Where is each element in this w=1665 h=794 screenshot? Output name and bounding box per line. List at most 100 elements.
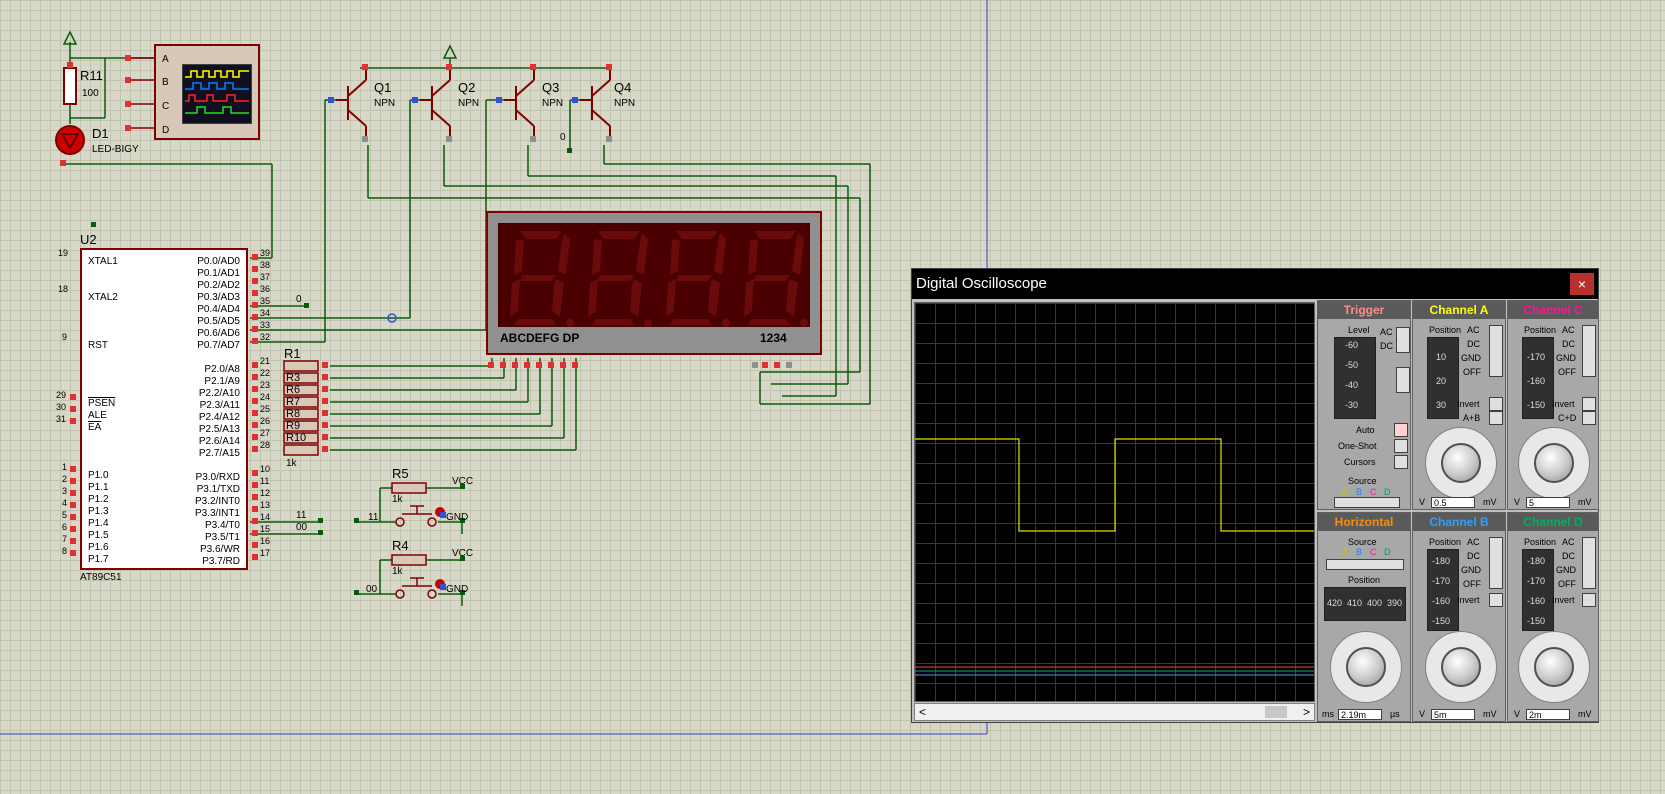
tick: -160 bbox=[1527, 596, 1546, 606]
trigger-coupling-switch[interactable] bbox=[1396, 327, 1410, 353]
respack-r8: R8 bbox=[286, 408, 301, 420]
trigger-level-control[interactable]: -60 -50 -40 -30 bbox=[1334, 337, 1376, 419]
mcu-pin-p30: P3.0/RXD bbox=[195, 472, 240, 483]
vcc-label: VCC bbox=[452, 548, 474, 559]
vcc-label: VCC bbox=[452, 476, 474, 487]
tick: -150 bbox=[1527, 400, 1546, 410]
channel-b-title: Channel B bbox=[1413, 513, 1505, 531]
pin-num: 6 bbox=[62, 522, 68, 532]
tick: 420 bbox=[1327, 598, 1343, 608]
pin-num: 8 bbox=[62, 546, 68, 556]
chb-position-control[interactable]: -180 -170 -160 -150 bbox=[1427, 549, 1459, 631]
hz-value[interactable]: 2.19m bbox=[1338, 709, 1382, 720]
net-label-p35: 00 bbox=[296, 522, 308, 533]
trigger-edge-switch[interactable] bbox=[1396, 367, 1410, 393]
tick: -170 bbox=[1527, 576, 1546, 586]
d1-name: D1 bbox=[92, 126, 109, 141]
trigger-cursors-label: Cursors bbox=[1344, 457, 1376, 467]
chc-volts-dial[interactable] bbox=[1518, 427, 1590, 499]
chc-coupling-switch[interactable] bbox=[1582, 325, 1596, 377]
tick: -170 bbox=[1432, 576, 1451, 586]
trigger-source-slider[interactable] bbox=[1334, 497, 1400, 508]
trigger-oneshot-button[interactable] bbox=[1394, 439, 1408, 453]
q3-type: NPN bbox=[542, 98, 564, 109]
logic-analyzer[interactable]: A B C D bbox=[154, 44, 260, 140]
button2-net: 00 bbox=[366, 584, 378, 595]
close-button[interactable]: × bbox=[1570, 273, 1594, 295]
chc-invert-button[interactable] bbox=[1582, 397, 1596, 411]
chc-knob[interactable] bbox=[1534, 443, 1574, 483]
cha-invert-button[interactable] bbox=[1489, 397, 1503, 411]
chc-value[interactable]: 5 bbox=[1526, 497, 1570, 508]
tick: -30 bbox=[1345, 400, 1359, 410]
cha-combine-button[interactable] bbox=[1489, 411, 1503, 425]
cha-value[interactable]: 0.5 bbox=[1431, 497, 1475, 508]
push-button-1[interactable] bbox=[392, 500, 442, 528]
scope-screen[interactable] bbox=[914, 302, 1315, 702]
chc-position-control[interactable]: -170 -160 -150 bbox=[1522, 337, 1554, 419]
r5-name: R5 bbox=[392, 466, 409, 481]
chd-knob[interactable] bbox=[1534, 647, 1574, 687]
pin-num: 39 bbox=[260, 248, 271, 258]
chd-coupling-switch[interactable] bbox=[1582, 537, 1596, 589]
chd-gnd: GND bbox=[1556, 565, 1576, 575]
q4-base-net: 0 bbox=[560, 132, 566, 143]
channel-a-panel: Channel A Position 10 20 30 AC DC GND OF… bbox=[1412, 300, 1506, 510]
chc-combine-button[interactable] bbox=[1582, 411, 1596, 425]
mcu-pin-p16: P1.6 bbox=[88, 542, 109, 553]
chd-unit-mv: mV bbox=[1578, 709, 1592, 719]
trigger-auto-label: Auto bbox=[1356, 425, 1375, 435]
scope-scrollbar[interactable]: < > bbox=[914, 703, 1315, 721]
scroll-left-button[interactable]: < bbox=[919, 705, 926, 719]
pin-num: 37 bbox=[260, 272, 271, 282]
hz-time-dial[interactable] bbox=[1330, 631, 1402, 703]
cha-gnd: GND bbox=[1461, 353, 1481, 363]
chc-position-label: Position bbox=[1524, 325, 1557, 335]
chd-value[interactable]: 2m bbox=[1526, 709, 1570, 720]
q1-type: NPN bbox=[374, 98, 396, 109]
scroll-right-button[interactable]: > bbox=[1303, 705, 1310, 719]
chc-invert-label: Invert bbox=[1552, 399, 1575, 409]
mcu-pin-p24: P2.4/A12 bbox=[198, 412, 240, 423]
hz-position-control[interactable]: 420 410 400 390 bbox=[1324, 587, 1406, 621]
pin-num: 5 bbox=[62, 510, 68, 520]
chd-invert-label: Invert bbox=[1552, 595, 1575, 605]
pin-num: 10 bbox=[260, 464, 271, 474]
scroll-thumb[interactable] bbox=[1265, 706, 1287, 718]
push-button-2[interactable] bbox=[392, 572, 442, 600]
respack-r3: R3 bbox=[286, 372, 301, 384]
chb-invert-button[interactable] bbox=[1489, 593, 1503, 607]
cha-knob[interactable] bbox=[1441, 443, 1481, 483]
pin-num: 7 bbox=[62, 534, 68, 544]
mcu-chip[interactable]: XTAL1 XTAL2 RST PSEN ALE EA P1.0 P1.1 P1… bbox=[80, 248, 248, 570]
mcu-pin-p15: P1.5 bbox=[88, 530, 109, 541]
chb-knob[interactable] bbox=[1441, 647, 1481, 687]
cha-position-control[interactable]: 10 20 30 bbox=[1427, 337, 1459, 419]
gnd-label: GND bbox=[446, 584, 469, 595]
oscilloscope-window[interactable]: Digital Oscilloscope × < > Trigger Level… bbox=[911, 268, 1599, 723]
hz-knob[interactable] bbox=[1346, 647, 1386, 687]
chd-position-control[interactable]: -180 -170 -160 -150 bbox=[1522, 549, 1554, 631]
trigger-cursors-button[interactable] bbox=[1394, 455, 1408, 469]
tick: 20 bbox=[1436, 376, 1447, 386]
mcu-pin-p23: P2.3/A11 bbox=[199, 400, 240, 411]
hz-source-slider[interactable] bbox=[1326, 559, 1404, 570]
r11-name: R11 bbox=[80, 68, 103, 83]
pin-num: 23 bbox=[260, 380, 271, 390]
chd-volts-dial[interactable] bbox=[1518, 631, 1590, 703]
mcu-pin-p07: P0.7/AD7 bbox=[197, 340, 240, 351]
cha-volts-dial[interactable] bbox=[1425, 427, 1497, 499]
source-b: B bbox=[1356, 487, 1363, 497]
cha-coupling-switch[interactable] bbox=[1489, 325, 1503, 377]
mcu-pin-p02: P0.2/AD2 bbox=[197, 280, 240, 291]
chd-invert-button[interactable] bbox=[1582, 593, 1596, 607]
chb-coupling-switch[interactable] bbox=[1489, 537, 1503, 589]
la-pin-a: A bbox=[162, 54, 169, 65]
pin-num: 32 bbox=[260, 332, 271, 342]
d1-part: LED-BIGY bbox=[92, 144, 139, 155]
chb-volts-dial[interactable] bbox=[1425, 631, 1497, 703]
chb-value[interactable]: 5m bbox=[1431, 709, 1475, 720]
r4-name: R4 bbox=[392, 538, 409, 553]
trigger-auto-button[interactable] bbox=[1394, 423, 1408, 437]
seven-segment-display[interactable]: ABCDEFG DP 1234 bbox=[486, 211, 822, 355]
